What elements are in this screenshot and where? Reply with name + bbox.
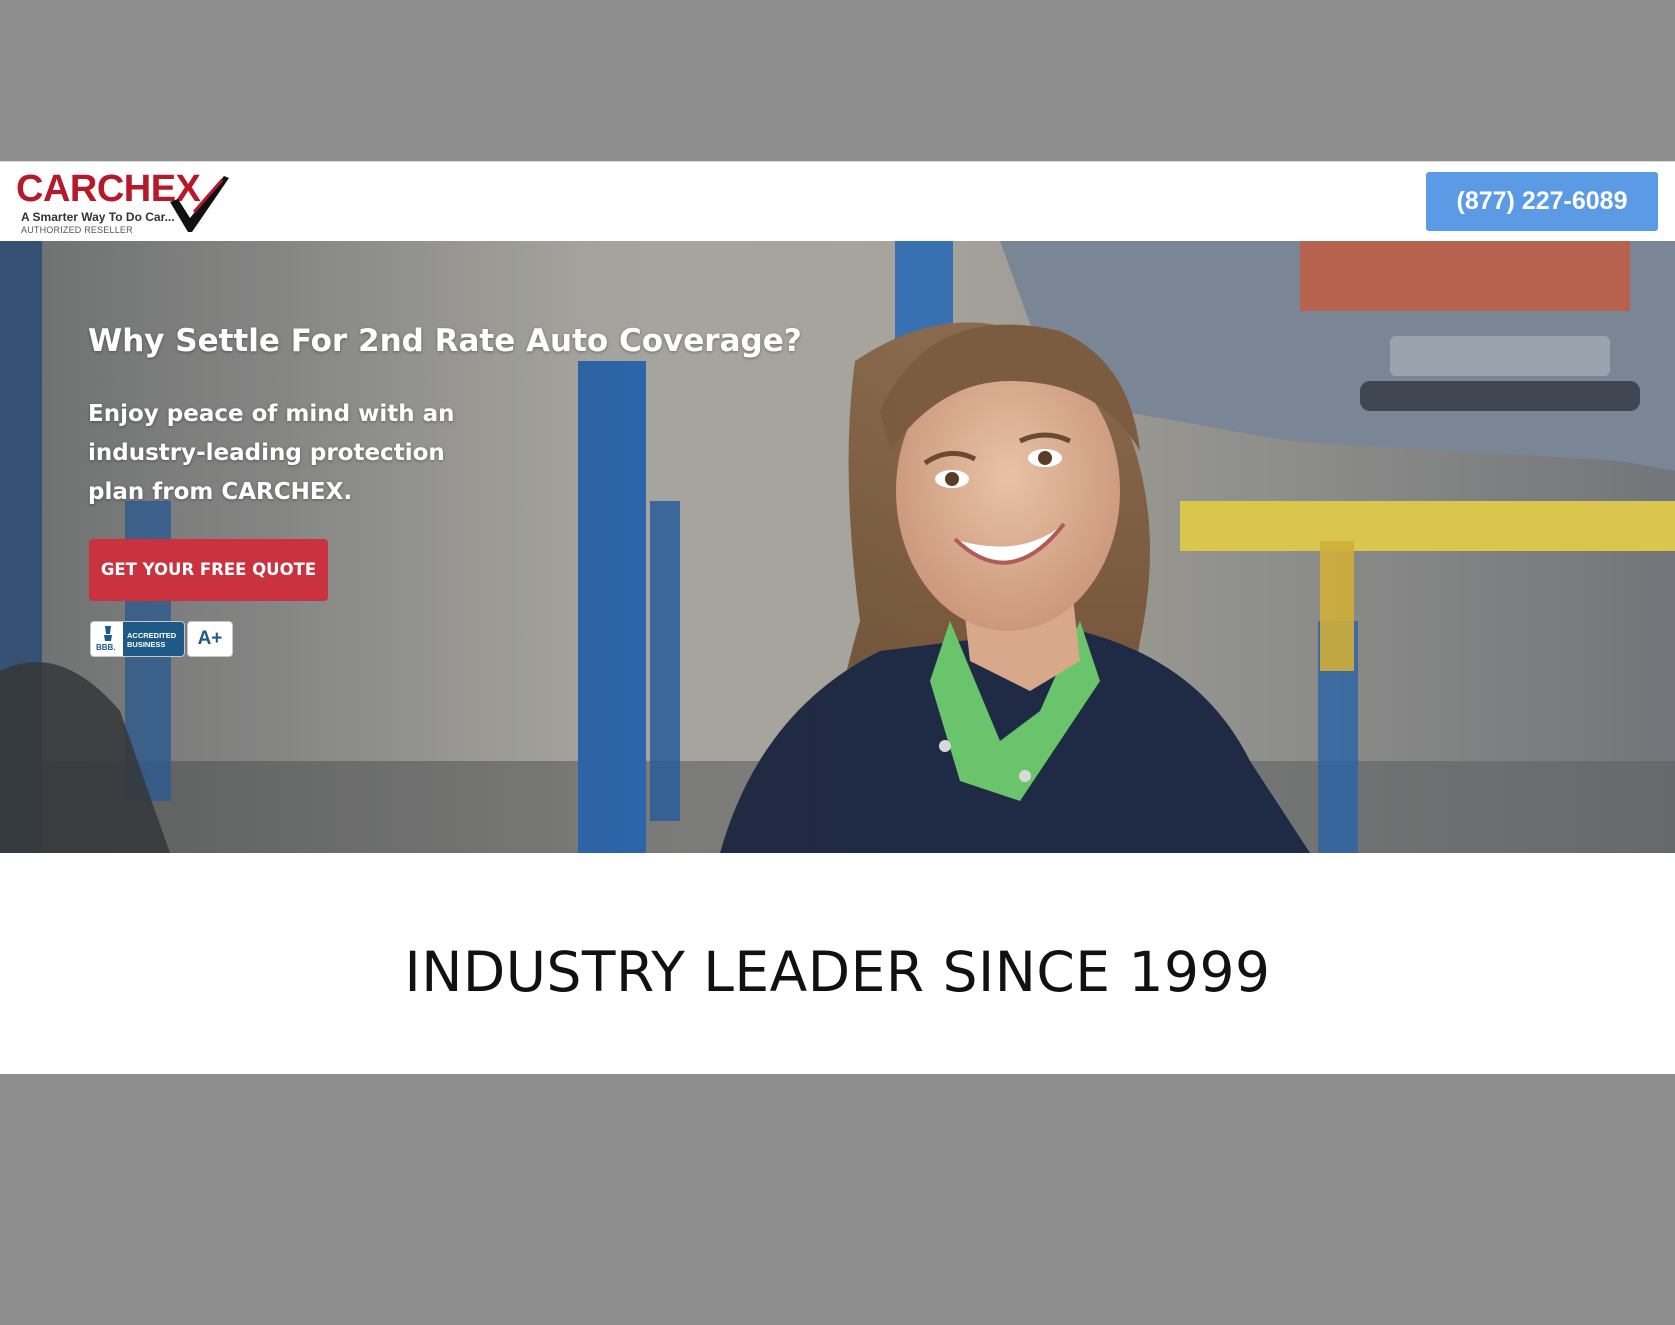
site-header: CARCHEX A Smarter Way To Do Car... AUTHO…	[0, 161, 1675, 241]
checkmark-icon	[170, 176, 229, 232]
hero-title: Why Settle For 2nd Rate Auto Coverage?	[88, 323, 802, 359]
bbb-panel-text: ACCREDITED BUSINESS	[127, 631, 183, 649]
bbb-line-business: BUSINESS	[127, 640, 166, 649]
bbb-seal-label: BBB.	[96, 643, 116, 652]
industry-leader-section: INDUSTRY LEADER SINCE 1999	[0, 853, 1675, 1074]
logo-tagline: A Smarter Way To Do Car...	[21, 210, 175, 224]
logo-subline: AUTHORIZED RESELLER	[21, 225, 133, 235]
bbb-torch-icon	[104, 626, 112, 641]
bbb-rating-badge[interactable]: A+	[188, 622, 232, 656]
bbb-seal: BBB.	[93, 624, 123, 654]
hero-banner: Why Settle For 2nd Rate Auto Coverage? E…	[0, 241, 1675, 853]
bbb-panel: ACCREDITED BUSINESS	[123, 622, 184, 656]
carchex-logo[interactable]: CARCHEX A Smarter Way To Do Car... AUTHO…	[16, 166, 236, 236]
get-free-quote-button[interactable]: GET YOUR FREE QUOTE	[89, 539, 328, 601]
bbb-accredited-badge[interactable]: BBB. ACCREDITED BUSINESS	[91, 622, 184, 656]
industry-leader-heading: INDUSTRY LEADER SINCE 1999	[404, 940, 1271, 1004]
bbb-line-accredited: ACCREDITED	[127, 631, 177, 640]
phone-call-button[interactable]: (877) 227-6089	[1426, 172, 1658, 231]
landing-page: CARCHEX A Smarter Way To Do Car... AUTHO…	[0, 161, 1675, 1074]
hero-subtitle: Enjoy peace of mind with an industry-lea…	[88, 401, 455, 505]
